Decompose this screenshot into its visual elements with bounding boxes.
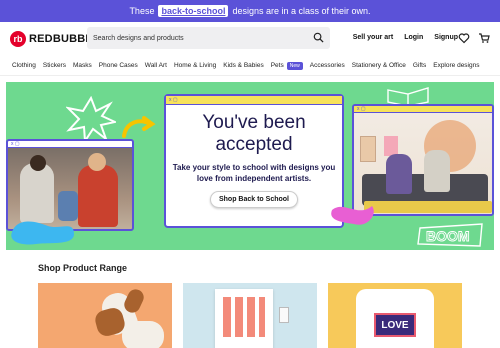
nav-item-wall-art[interactable]: Wall Art	[145, 62, 167, 69]
product-card-stickers[interactable]	[183, 283, 317, 348]
hero-heading: You've been accepted	[202, 112, 306, 155]
site-header: rb REDBUBBLE Search designs and products…	[0, 22, 500, 56]
sell-your-art-link[interactable]: Sell your art	[353, 34, 393, 41]
nav-item-clothing[interactable]: Clothing	[12, 62, 36, 69]
product-card-dog[interactable]	[38, 283, 172, 348]
heart-icon[interactable]	[458, 32, 470, 44]
search-input[interactable]: Search designs and products	[87, 27, 330, 49]
search-placeholder: Search designs and products	[93, 34, 184, 42]
header-links: Sell your art Login Signup	[353, 34, 458, 41]
blue-splash-doodle	[11, 221, 74, 245]
nav-item-pets[interactable]: Pets	[271, 62, 284, 69]
nav-item-stationery-office[interactable]: Stationery & Office	[352, 62, 406, 69]
arrow-doodle	[122, 116, 156, 138]
promo-text-pre: These	[129, 6, 155, 16]
product-card-tshirt[interactable]: LOVE	[328, 283, 462, 348]
new-badge: New	[286, 61, 303, 70]
nav-item-phone-cases[interactable]: Phone Cases	[99, 62, 138, 69]
book-doodle	[387, 87, 429, 106]
photo-window-bar-right: x ▢	[354, 106, 492, 113]
starburst-doodle	[66, 96, 116, 142]
cart-icon[interactable]	[478, 32, 490, 44]
promo-link-back-to-school[interactable]: back-to-school	[158, 5, 229, 17]
card-window-bar: x ▢	[166, 96, 342, 105]
signup-link[interactable]: Signup	[434, 34, 458, 41]
nav-item-explore-designs[interactable]: Explore designs	[433, 62, 479, 69]
product-range-title: Shop Product Range	[38, 263, 128, 273]
search-icon[interactable]	[313, 32, 324, 43]
logo-mark-icon: rb	[10, 31, 26, 47]
hero-card: x ▢ You've been accepted Take your style…	[164, 94, 344, 228]
nav-item-stickers[interactable]: Stickers	[43, 62, 66, 69]
category-nav: Clothing Stickers Masks Phone Cases Wall…	[0, 56, 500, 76]
tshirt-love-text: LOVE	[381, 319, 409, 331]
boom-text: BOOM	[426, 228, 470, 244]
hero-body: Take your style to school with designs y…	[172, 163, 336, 183]
photo-window-bar: x ▢	[8, 141, 132, 148]
nav-item-home-living[interactable]: Home & Living	[174, 62, 216, 69]
pink-squiggle-doodle	[331, 206, 374, 225]
promo-banner: These back-to-school designs are in a cl…	[0, 0, 500, 22]
nav-item-masks[interactable]: Masks	[73, 62, 92, 69]
nav-item-kids-babies[interactable]: Kids & Babies	[223, 62, 263, 69]
promo-text-post: designs are in a class of their own.	[232, 6, 371, 16]
shop-back-to-school-button[interactable]: Shop Back to School	[209, 191, 298, 208]
nav-item-accessories[interactable]: Accessories	[310, 62, 345, 69]
hero-banner[interactable]: x ▢ x ▢ You've been accepted Take your s…	[6, 82, 494, 250]
header-icons	[458, 32, 490, 44]
boom-doodle: BOOM	[417, 223, 483, 247]
login-link[interactable]: Login	[404, 34, 423, 41]
nav-item-gifts[interactable]: Gifts	[413, 62, 426, 69]
